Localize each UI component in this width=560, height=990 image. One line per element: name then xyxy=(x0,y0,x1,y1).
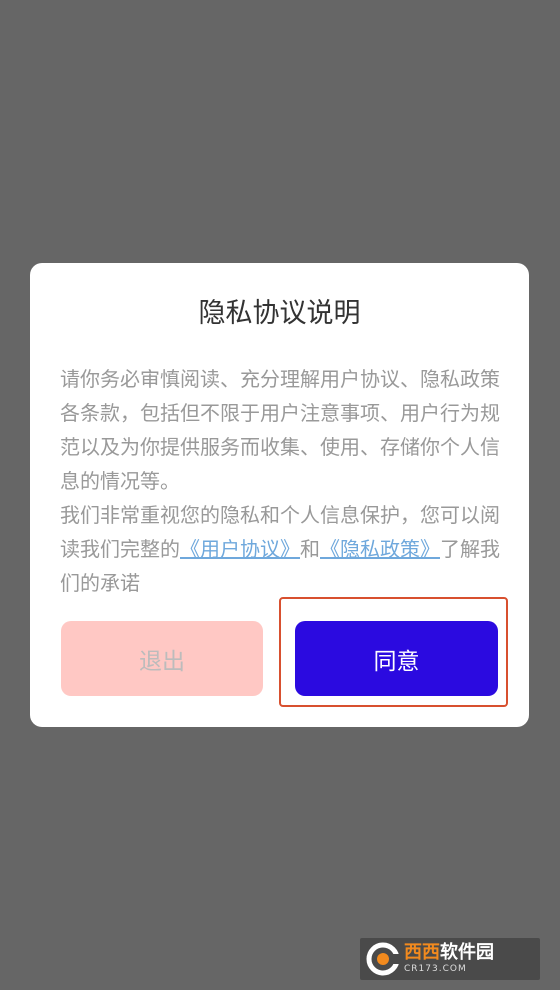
exit-button[interactable]: 退出 xyxy=(61,621,263,696)
watermark-text: 西西软件园 CR173.COM xyxy=(404,944,494,974)
privacy-paragraph-1: 请你务必审慎阅读、充分理解用户协议、隐私政策各条款，包括但不限于用户注意事项、用… xyxy=(60,367,500,493)
and-text: 和 xyxy=(300,537,320,561)
watermark-main-orange: 西西 xyxy=(404,942,440,963)
watermark-sub: CR173.COM xyxy=(404,964,467,974)
privacy-paragraph-2: 我们非常重视您的隐私和个人信息保护，您可以阅读我们完整的《用户协议》和《隐私政策… xyxy=(60,498,500,600)
watermark: 西西软件园 CR173.COM xyxy=(360,938,540,980)
cr-logo-icon xyxy=(366,942,400,976)
watermark-main: 西西软件园 xyxy=(404,944,494,962)
dialog-body: 请你务必审慎阅读、充分理解用户协议、隐私政策各条款，包括但不限于用户注意事项、用… xyxy=(60,362,500,600)
agree-highlight-frame xyxy=(279,597,508,707)
privacy-policy-link[interactable]: 《隐私政策》 xyxy=(320,537,440,561)
watermark-main-white: 软件园 xyxy=(440,942,494,963)
user-agreement-link[interactable]: 《用户协议》 xyxy=(180,537,300,561)
dialog-title: 隐私协议说明 xyxy=(198,298,361,329)
